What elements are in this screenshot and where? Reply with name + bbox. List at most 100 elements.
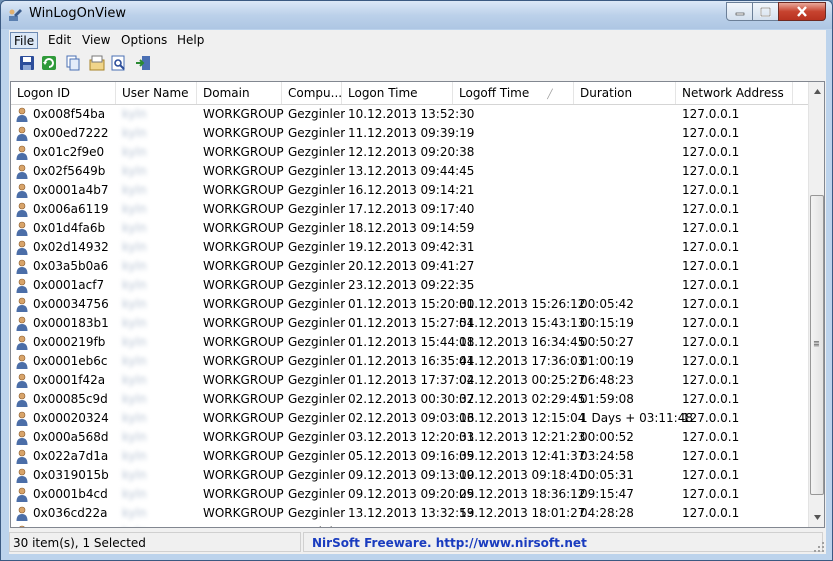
- logon-list[interactable]: Logon ID User Name Domain Compu... Logon…: [10, 81, 825, 528]
- app-window: WinLogOnView File Edit View Options Help: [0, 0, 833, 561]
- table-row[interactable]: 0x022a7d1a kyln WORKGROUP Gezginler 05.12.20…: [11, 447, 808, 466]
- column-computer[interactable]: Compu...: [282, 82, 342, 104]
- table-row[interactable]: 0x03a5b0a6 kyln WORKGROUP Gezginler 20.12.20…: [11, 257, 808, 276]
- cell-logoff-time: 01.12.2013 15:26:12: [459, 297, 586, 311]
- table-row[interactable]: 0x00ed7222 kyln WORKGROUP Gezginler 11.12.20…: [11, 124, 808, 143]
- column-network-address[interactable]: Network Address: [676, 82, 793, 104]
- menu-help[interactable]: Help: [174, 32, 207, 49]
- cell-domain: WORKGROUP: [203, 506, 284, 520]
- cell-logon-id: 0x0001a4b7: [33, 183, 109, 197]
- user-icon: [19, 525, 25, 527]
- cell-logon-time: 19.12.2013 09:42:31: [348, 240, 475, 254]
- cell-duration: 09:15:47: [580, 487, 634, 501]
- cell-logoff-time: 05.12.2013 12:41:37: [459, 449, 586, 463]
- cell-domain: WORKGROUP: [203, 373, 284, 387]
- user-icon: [16, 164, 28, 179]
- table-row[interactable]: 0x00020324 kyln WORKGROUP Gezginler 02.12.20…: [11, 409, 808, 428]
- maximize-button[interactable]: [752, 2, 779, 21]
- resize-grip-icon[interactable]: [813, 541, 825, 553]
- column-domain[interactable]: Domain: [197, 82, 282, 104]
- table-row[interactable]: 0x0001b4cd kyln WORKGROUP Gezginler 09.12.20…: [11, 485, 808, 504]
- column-user-name[interactable]: User Name: [116, 82, 197, 104]
- cell-computer: Gezginler: [288, 202, 346, 216]
- cell-logoff-time: 09.12.2013 18:36:12: [459, 487, 586, 501]
- column-logon-time[interactable]: Logon Time: [342, 82, 453, 104]
- cell-user-name: kyln: [122, 107, 147, 121]
- cell-logoff-time: 02.12.2013 02:29:45: [459, 392, 586, 406]
- cell-computer: Gezginler: [288, 523, 345, 527]
- user-icon: [16, 278, 28, 293]
- sort-arrow-icon: ╱: [547, 90, 553, 100]
- table-row[interactable]: 0x008f54ba kyln WORKGROUP Gezginler 10.12.20…: [11, 105, 808, 124]
- cell-logoff-time: 01.12.2013 15:43:13: [459, 316, 586, 330]
- cell-network-address: 127.0.0.1: [682, 164, 740, 178]
- cell-logoff-time: 03.12.2013 12:21:23: [459, 430, 586, 444]
- exit-icon[interactable]: [134, 54, 152, 72]
- title-bar[interactable]: WinLogOnView: [1, 1, 832, 29]
- table-row[interactable]: 0x006a6119 kyln WORKGROUP Gezginler 17.12.20…: [11, 200, 808, 219]
- refresh-icon[interactable]: [40, 54, 58, 72]
- cell-logoff-time: 01.12.2013 16:34:45: [459, 335, 586, 349]
- table-row[interactable]: 0x01d4fa6b kyln WORKGROUP Gezginler 18.12.20…: [11, 219, 808, 238]
- user-icon: [16, 240, 28, 255]
- cell-network-address: 127.0.0.1: [682, 240, 740, 254]
- table-row[interactable]: 0x02d14932 kyln WORKGROUP Gezginler 19.12.20…: [11, 238, 808, 257]
- column-logoff-time[interactable]: Logoff Time ╱: [453, 82, 574, 104]
- cell-network-address: 127.0.0.1: [682, 335, 740, 349]
- copy-icon[interactable]: [64, 54, 82, 72]
- cell-computer: Gezginler: [288, 240, 346, 254]
- column-duration[interactable]: Duration: [574, 82, 676, 104]
- table-row[interactable]: 0x0001f42a kyln WORKGROUP Gezginler 01.12.20…: [11, 371, 808, 390]
- table-row[interactable]: 0x036cd22a kyln WORKGROUP Gezginler 13.12.20…: [11, 504, 808, 523]
- close-icon: [797, 6, 807, 17]
- cell-duration: 01:00:19: [580, 354, 634, 368]
- cell-logon-time: 03.12.2013 12:20:31: [348, 430, 475, 444]
- minimize-icon: [735, 12, 744, 15]
- cell-logon-time: 16.12.2013 09:14:21: [348, 183, 475, 197]
- table-row[interactable]: 0x0001eb6c kyln WORKGROUP Gezginler 01.12.20…: [11, 352, 808, 371]
- scroll-down-arrow-icon[interactable]: [809, 509, 824, 526]
- table-row[interactable]: 0x00034756 kyln WORKGROUP Gezginler 01.12.20…: [11, 295, 808, 314]
- cell-computer: Gezginler: [288, 183, 346, 197]
- find-icon[interactable]: [110, 54, 128, 72]
- cell-domain: WORKGROUP: [203, 411, 284, 425]
- table-row[interactable]: 0x02f5649b kyln WORKGROUP Gezginler 13.12.20…: [11, 162, 808, 181]
- menu-options[interactable]: Options: [118, 32, 170, 49]
- table-row[interactable]: 0x0001acf7 kyln WORKGROUP Gezginler 23.12.20…: [11, 276, 808, 295]
- table-row[interactable]: 0x000a568d kyln WORKGROUP Gezginler 03.12.20…: [11, 428, 808, 447]
- table-row[interactable]: 0x00085c9d kyln WORKGROUP Gezginler 02.12.20…: [11, 390, 808, 409]
- table-row[interactable]: 0x0319015b kyln WORKGROUP Gezginler 09.12.20…: [11, 466, 808, 485]
- user-icon: [16, 297, 28, 312]
- menu-file[interactable]: File: [10, 32, 39, 49]
- cell-domain: WORKGROUP: [203, 468, 284, 482]
- table-row[interactable]: 0x000183b1 kyln WORKGROUP Gezginler 01.12.20…: [11, 314, 808, 333]
- close-button[interactable]: [778, 2, 826, 21]
- cell-logon-time: 01.12.2013 16:35:44: [348, 354, 475, 368]
- cell-logon-id: 0x008f54ba: [33, 107, 106, 121]
- properties-icon[interactable]: [88, 54, 106, 72]
- cell-logon-id: 0x0001acf7: [33, 278, 105, 292]
- column-logon-id[interactable]: Logon ID: [11, 82, 116, 104]
- save-icon[interactable]: [18, 54, 36, 72]
- table-row[interactable]: 0x04000c7akylnWORKGROUPGezginler16.12.20…: [11, 523, 808, 527]
- nirsoft-link[interactable]: NirSoft Freeware. http://www.nirsoft.net: [303, 532, 823, 552]
- user-icon: [16, 107, 28, 122]
- menu-view[interactable]: View: [79, 32, 113, 49]
- table-row[interactable]: 0x01c2f9e0 kyln WORKGROUP Gezginler 12.12.20…: [11, 143, 808, 162]
- cell-user-name: kyln: [122, 468, 147, 482]
- cell-domain: WORKGROUP: [203, 523, 284, 527]
- cell-logon-id: 0x03a5b0a6: [33, 259, 109, 273]
- cell-computer: Gezginler: [288, 449, 346, 463]
- scroll-up-arrow-icon[interactable]: [809, 83, 824, 100]
- cell-logon-id: 0x00ed7222: [33, 126, 109, 140]
- scroll-thumb[interactable]: ═ ═: [810, 195, 824, 495]
- cell-computer: Gezginler: [288, 107, 346, 121]
- cell-logon-id: 0x0319015b: [33, 468, 109, 482]
- cell-logoff-time: 03.12.2013 12:15:04: [459, 411, 586, 425]
- cell-logoff-time: 09.12.2013 09:18:41: [459, 468, 586, 482]
- minimize-button[interactable]: [726, 2, 753, 21]
- menu-edit[interactable]: Edit: [45, 32, 74, 49]
- vertical-scrollbar[interactable]: ═ ═: [808, 82, 824, 527]
- table-row[interactable]: 0x0001a4b7 kyln WORKGROUP Gezginler 16.12.20…: [11, 181, 808, 200]
- table-row[interactable]: 0x000219fb kyln WORKGROUP Gezginler 01.12.20…: [11, 333, 808, 352]
